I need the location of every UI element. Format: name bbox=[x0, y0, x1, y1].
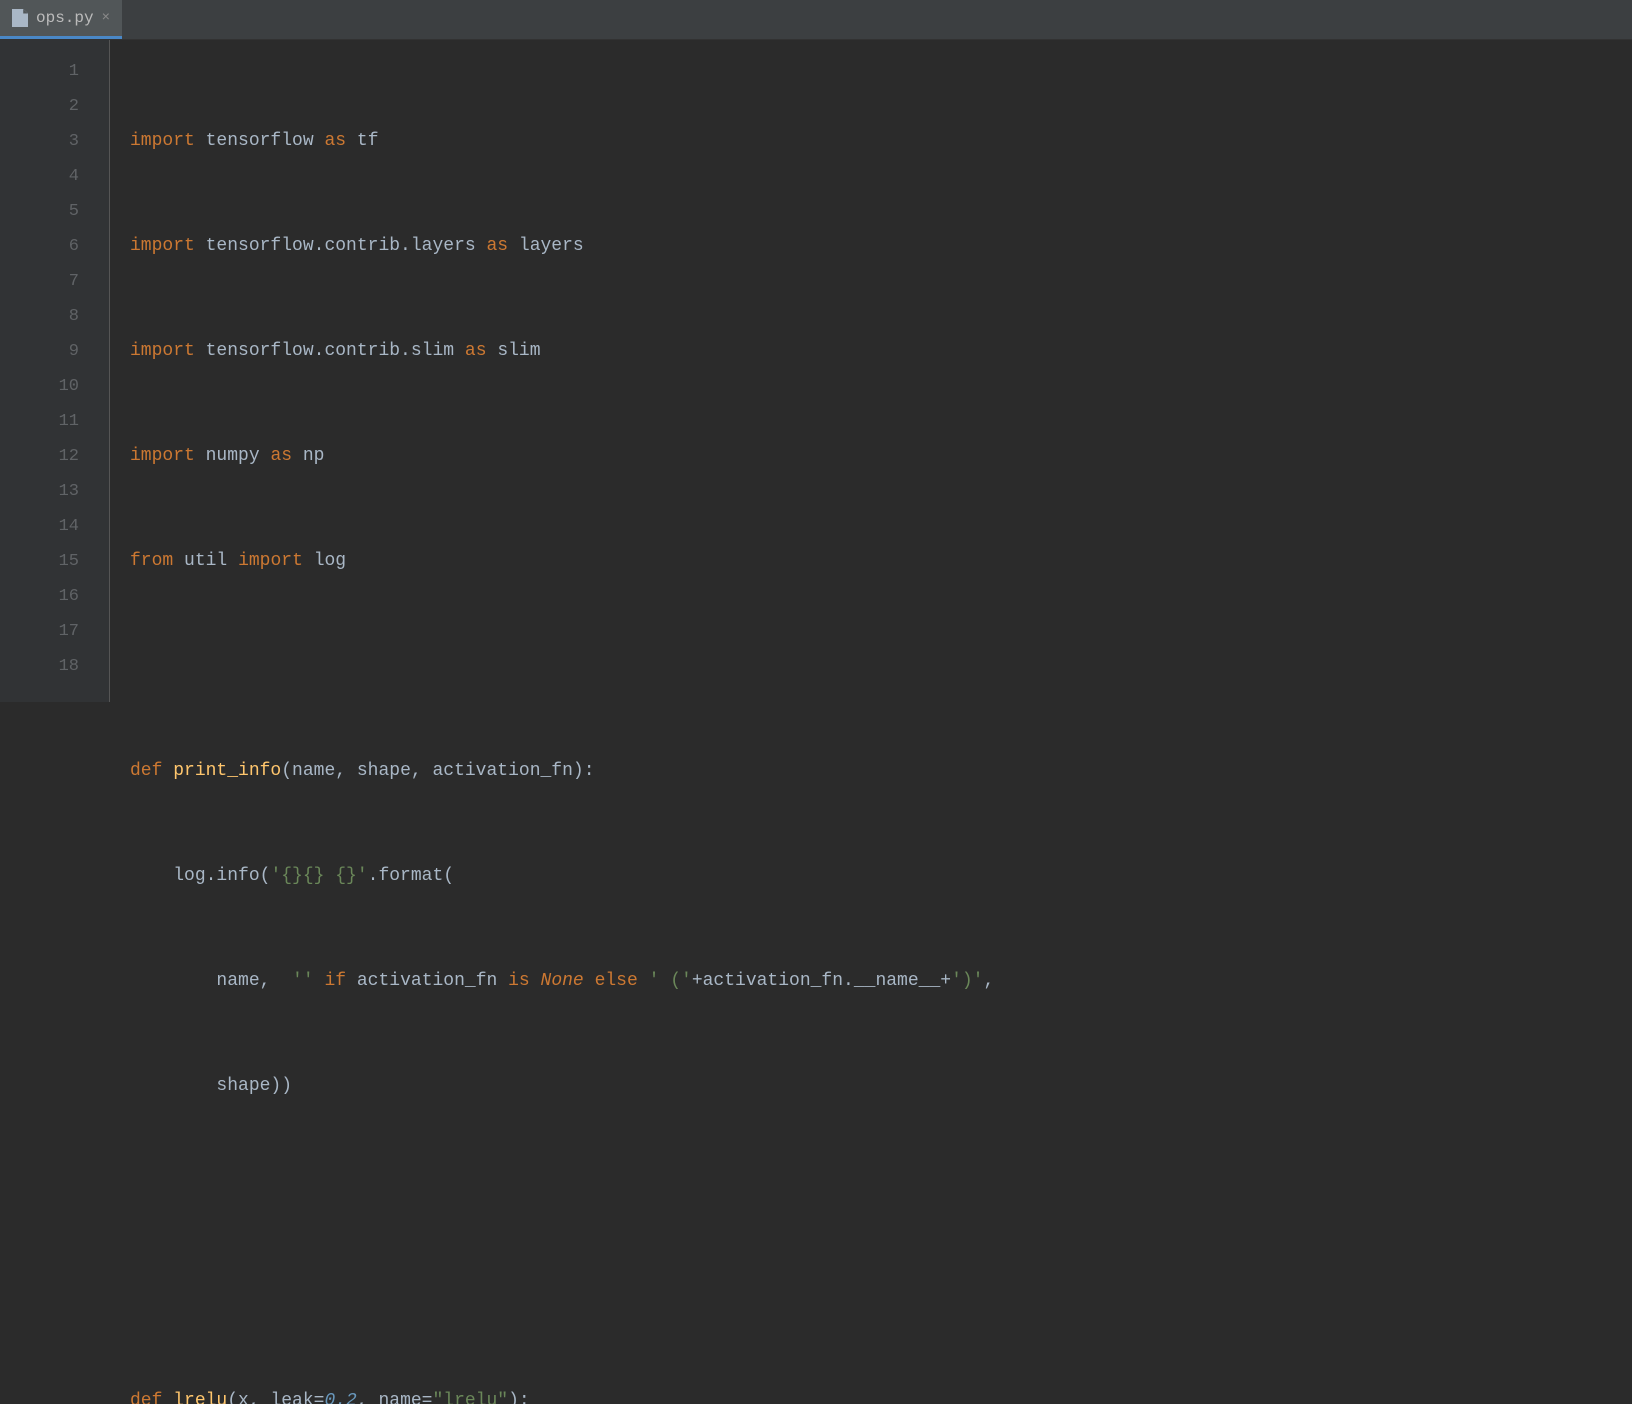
line-number: 14 bbox=[0, 509, 79, 544]
code-line bbox=[130, 1279, 994, 1314]
code-line: name, '' if activation_fn is None else '… bbox=[130, 964, 994, 999]
line-number: 5 bbox=[0, 194, 79, 229]
line-number: 10 bbox=[0, 369, 79, 404]
tab-bar: ops.py × bbox=[0, 0, 1632, 40]
code-line: def lrelu(x, leak=0.2, name="lrelu"): bbox=[130, 1384, 994, 1404]
line-number: 1 bbox=[0, 54, 79, 89]
editor: 1 2 3 4 5 6 7 8 9 10 11 12 13 14 15 16 1… bbox=[0, 40, 1632, 702]
gutter: 1 2 3 4 5 6 7 8 9 10 11 12 13 14 15 16 1… bbox=[0, 40, 110, 702]
line-number: 3 bbox=[0, 124, 79, 159]
code-line: shape)) bbox=[130, 1069, 994, 1104]
line-number: 9 bbox=[0, 334, 79, 369]
tab-filename: ops.py bbox=[36, 9, 94, 27]
line-number: 4 bbox=[0, 159, 79, 194]
code-line: import numpy as np bbox=[130, 439, 994, 474]
code-line: import tensorflow.contrib.layers as laye… bbox=[130, 229, 994, 264]
line-number: 11 bbox=[0, 404, 79, 439]
line-number: 15 bbox=[0, 544, 79, 579]
code-line: import tensorflow as tf bbox=[130, 124, 994, 159]
line-number: 2 bbox=[0, 89, 79, 124]
line-number: 8 bbox=[0, 299, 79, 334]
line-number: 12 bbox=[0, 439, 79, 474]
line-number: 17 bbox=[0, 614, 79, 649]
line-number: 18 bbox=[0, 649, 79, 684]
code-line: from util import log bbox=[130, 544, 994, 579]
code-line: log.info('{}{} {}'.format( bbox=[130, 859, 994, 894]
code-line: import tensorflow.contrib.slim as slim bbox=[130, 334, 994, 369]
tab-ops-py[interactable]: ops.py × bbox=[0, 0, 122, 39]
file-icon bbox=[12, 9, 28, 27]
line-number: 7 bbox=[0, 264, 79, 299]
line-number: 16 bbox=[0, 579, 79, 614]
code-line: def print_info(name, shape, activation_f… bbox=[130, 754, 994, 789]
code-area[interactable]: import tensorflow as tf import tensorflo… bbox=[110, 40, 994, 702]
line-number: 6 bbox=[0, 229, 79, 264]
code-line bbox=[130, 649, 994, 684]
line-number: 13 bbox=[0, 474, 79, 509]
close-icon[interactable]: × bbox=[102, 10, 110, 26]
code-line bbox=[130, 1174, 994, 1209]
